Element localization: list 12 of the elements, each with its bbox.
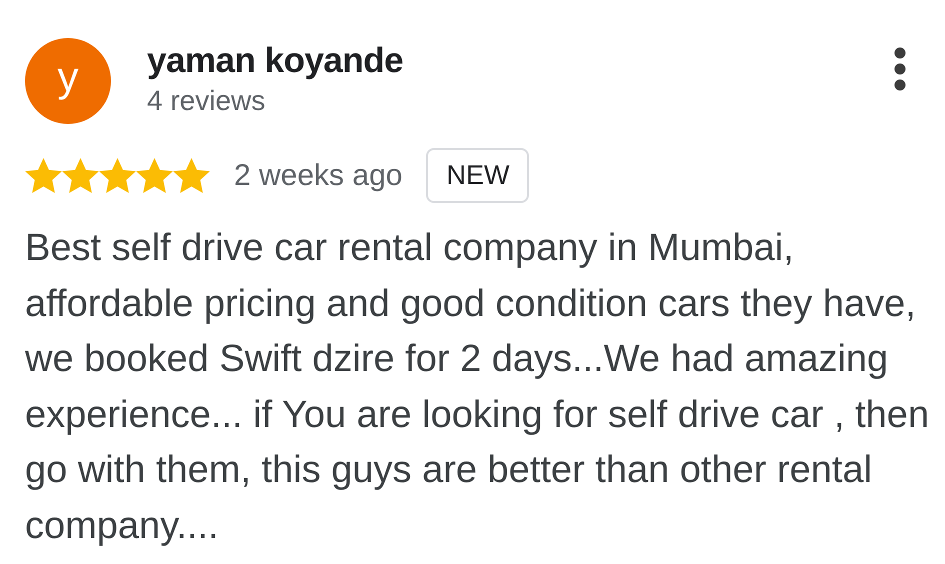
star-icon <box>99 158 136 193</box>
new-badge: NEW <box>426 148 530 203</box>
review-text: Best self drive car rental company in Mumbai, affordable pricing and good condition cars they have, we booked Swift dzire for 2 days...We had amazing experience... if You are looking for self drive car , then go with them, this guys are better than other rental company.... <box>25 226 930 548</box>
author-name[interactable]: yaman koyande <box>147 41 893 81</box>
more-options-icon[interactable] <box>893 47 907 91</box>
star-icon <box>173 158 210 193</box>
review-time: 2 weeks ago <box>234 158 402 192</box>
star-icon <box>62 158 99 193</box>
avatar: y <box>25 38 111 124</box>
review-count: 4 reviews <box>147 85 266 117</box>
star-icon <box>136 158 173 193</box>
star-icon <box>25 158 62 193</box>
